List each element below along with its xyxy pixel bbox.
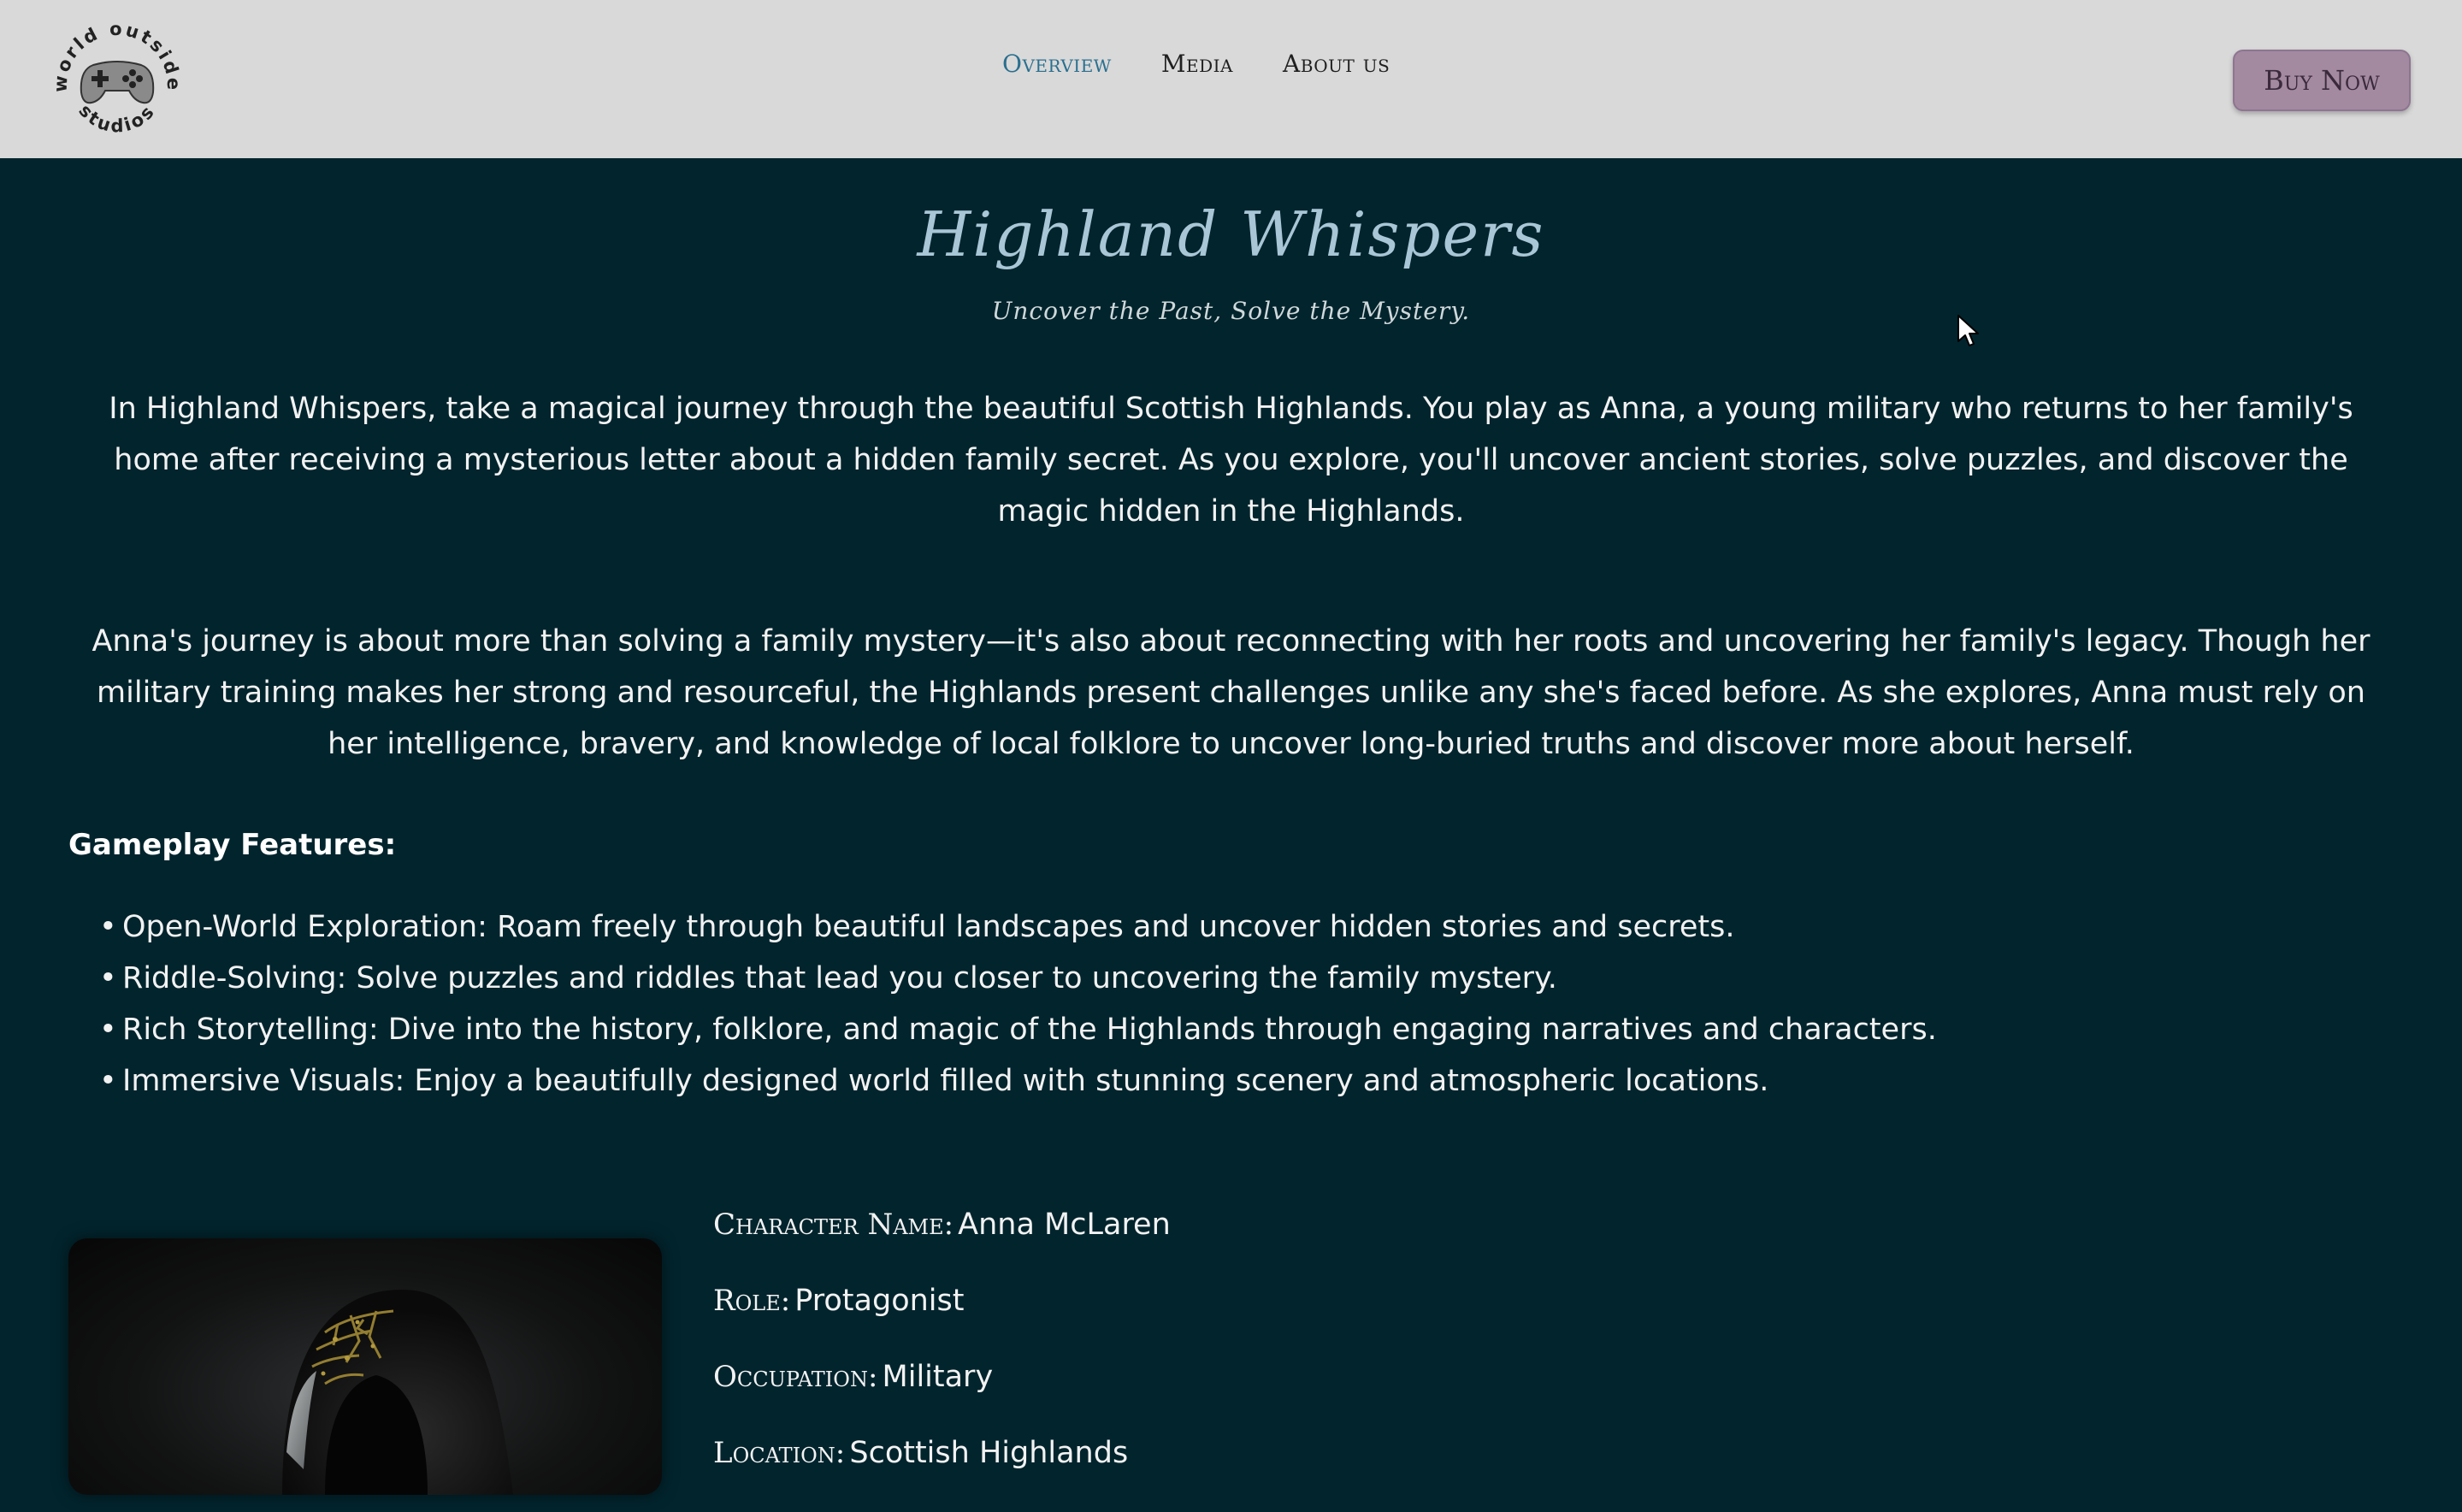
character-role-row: Role: Protagonist bbox=[713, 1284, 1171, 1360]
character-info: Character Name: Anna McLaren Role: Prota… bbox=[713, 1208, 1171, 1512]
game-title: Highland Whispers bbox=[917, 198, 1545, 270]
game-tagline: Uncover the Past, Solve the Mystery. bbox=[991, 297, 1471, 325]
character-occupation-label: Occupation: bbox=[713, 1360, 878, 1394]
features-heading: Gameplay Features: bbox=[68, 828, 397, 862]
feature-item: • Immersive Visuals: Enjoy a beautifully … bbox=[99, 1064, 1769, 1098]
feature-text: Immersive Visuals: Enjoy a beautifully d… bbox=[122, 1064, 1769, 1098]
character-name-value: Anna McLaren bbox=[958, 1208, 1171, 1242]
character-name-row: Character Name: Anna McLaren bbox=[713, 1208, 1171, 1284]
svg-text:studios: studios bbox=[74, 100, 159, 136]
logo-graphic: world outside studios bbox=[50, 19, 182, 137]
character-location-value: Scottish Highlands bbox=[849, 1436, 1129, 1470]
buy-now-button[interactable]: Buy Now bbox=[2233, 50, 2411, 111]
feature-text: Riddle-Solving: Solve puzzles and riddle… bbox=[122, 961, 1557, 995]
gamepad-icon bbox=[80, 61, 155, 104]
site-header: world outside studios Overview Media Abo… bbox=[0, 0, 2462, 158]
character-location-row: Location: Scottish Highlands bbox=[713, 1436, 1171, 1512]
logo-bottom-text: studios bbox=[74, 100, 156, 136]
studio-logo[interactable]: world outside studios bbox=[50, 19, 185, 140]
character-role-value: Protagonist bbox=[794, 1284, 965, 1318]
description-paragraph-1: In Highland Whispers, take a magical jou… bbox=[109, 392, 2353, 529]
main-nav: Overview Media About us bbox=[1002, 50, 1390, 78]
feature-item: • Riddle-Solving: Solve puzzles and riddl… bbox=[99, 961, 1557, 995]
feature-item: • Rich Storytelling: Dive into the histor… bbox=[99, 1013, 1937, 1047]
nav-media[interactable]: Media bbox=[1161, 50, 1233, 78]
character-location-label: Location: bbox=[713, 1436, 846, 1470]
character-name-label: Character Name: bbox=[713, 1208, 954, 1242]
feature-text: Open-World Exploration: Roam freely thro… bbox=[122, 910, 1735, 944]
character-occupation-value: Military bbox=[882, 1360, 994, 1394]
feature-item: • Open-World Exploration: Roam freely thr… bbox=[99, 910, 1735, 944]
mouse-cursor-icon bbox=[1957, 315, 1979, 346]
character-portrait bbox=[68, 1238, 662, 1495]
hooded-figure-image bbox=[282, 1290, 513, 1495]
nav-about-us[interactable]: About us bbox=[1283, 50, 1390, 78]
feature-text: Rich Storytelling: Dive into the history… bbox=[122, 1013, 1937, 1047]
features-list: • Open-World Exploration: Roam freely thr… bbox=[68, 901, 1937, 1107]
character-occupation-row: Occupation: Military bbox=[713, 1360, 1171, 1436]
nav-overview[interactable]: Overview bbox=[1002, 50, 1112, 78]
character-role-label: Role: bbox=[713, 1284, 791, 1318]
description-paragraph-2: Anna's journey is about more than solvin… bbox=[92, 624, 2370, 761]
